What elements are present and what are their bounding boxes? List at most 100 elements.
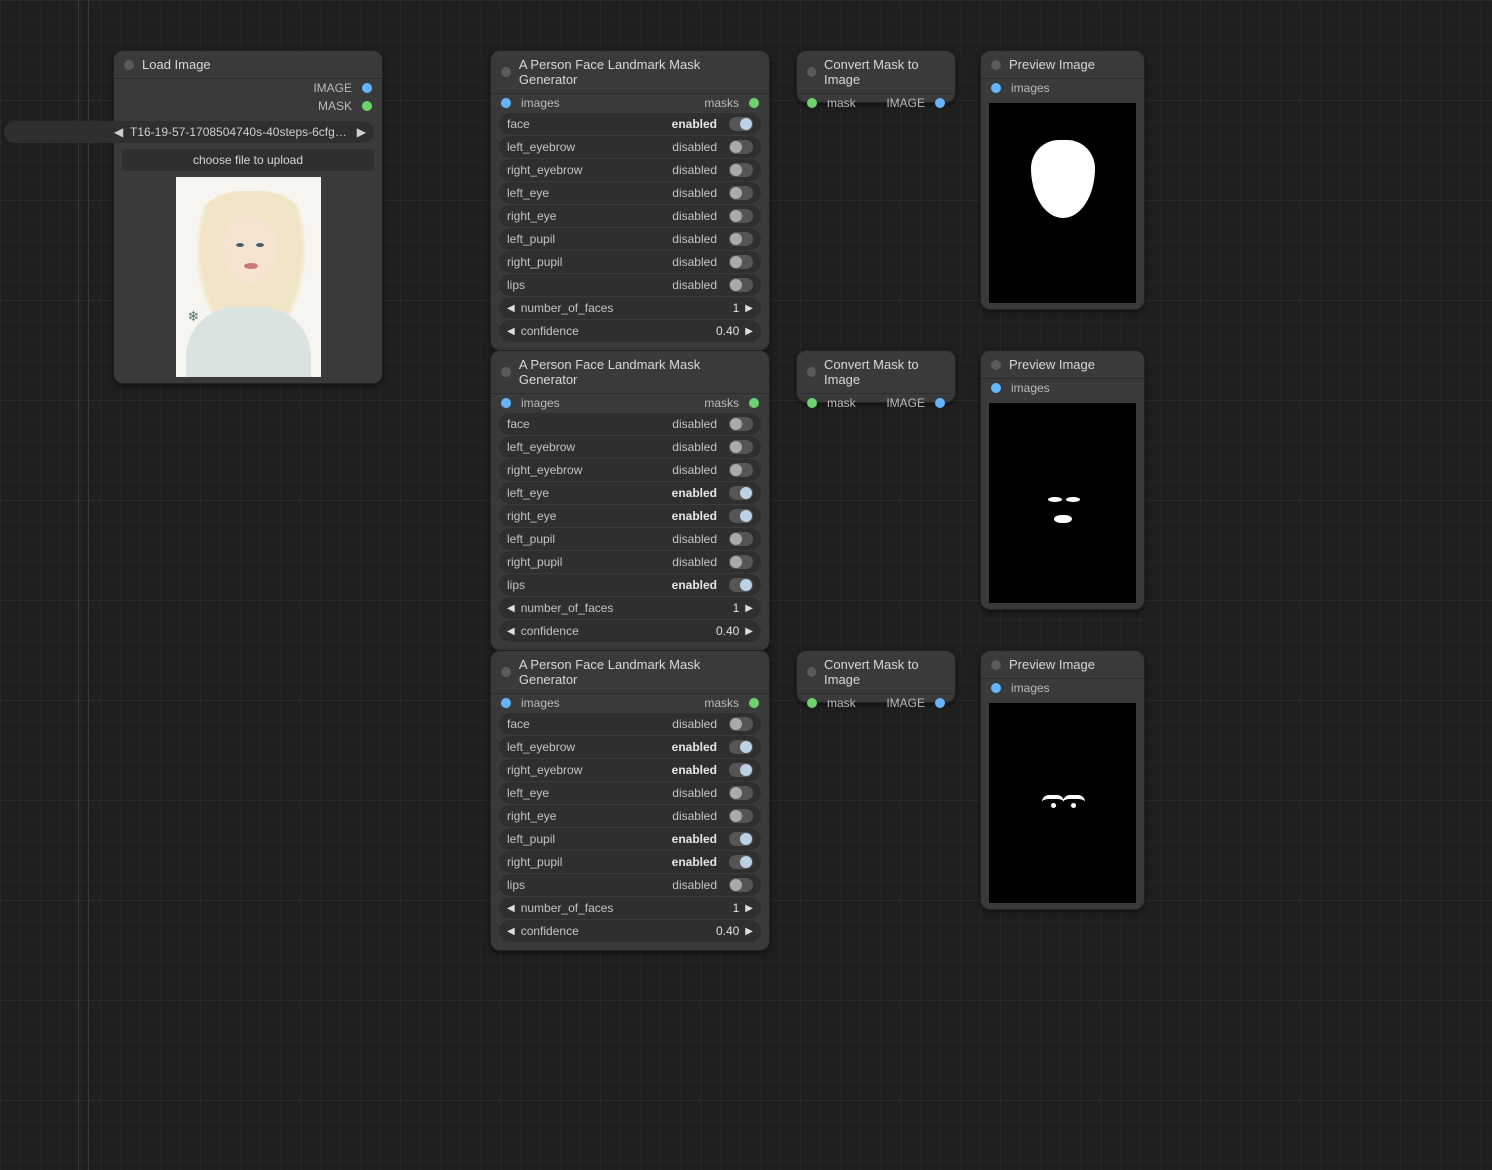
option-left_eye[interactable]: left_eye enabled	[499, 482, 761, 504]
port-masks-out[interactable]	[749, 398, 759, 408]
chevron-left-icon[interactable]: ◀	[507, 926, 515, 937]
node-collapse-icon[interactable]	[991, 60, 1001, 70]
port-mask-in[interactable]	[807, 698, 817, 708]
port-image-out[interactable]	[935, 398, 945, 408]
port-mask-in[interactable]	[807, 98, 817, 108]
node-convert-mask[interactable]: Convert Mask to Image mask IMAGE	[796, 50, 956, 103]
node-header[interactable]: A Person Face Landmark Mask Generator	[491, 51, 769, 94]
confidence[interactable]: ◀ confidence 0.40 ▶	[499, 320, 761, 342]
option-face[interactable]: face enabled	[499, 113, 761, 135]
option-left_pupil[interactable]: left_pupil disabled	[499, 228, 761, 250]
option-left_pupil[interactable]: left_pupil disabled	[499, 528, 761, 550]
toggle-icon[interactable]	[729, 878, 753, 892]
chevron-right-icon[interactable]: ▶	[745, 926, 753, 937]
node-collapse-icon[interactable]	[501, 667, 511, 677]
node-header[interactable]: Preview Image	[981, 651, 1144, 679]
number-of-faces[interactable]: ◀ number_of_faces 1 ▶	[499, 597, 761, 619]
node-landmark-generator[interactable]: A Person Face Landmark Mask Generator im…	[490, 650, 770, 951]
toggle-icon[interactable]	[729, 417, 753, 431]
file-select[interactable]: ◀ T16-19-57-1708504740s-40steps-6cfg-Eul…	[4, 121, 374, 143]
port-masks-out[interactable]	[749, 98, 759, 108]
toggle-icon[interactable]	[729, 809, 753, 823]
node-header[interactable]: A Person Face Landmark Mask Generator	[491, 351, 769, 394]
toggle-icon[interactable]	[729, 786, 753, 800]
node-landmark-generator[interactable]: A Person Face Landmark Mask Generator im…	[490, 50, 770, 351]
node-collapse-icon[interactable]	[124, 60, 134, 70]
toggle-icon[interactable]	[729, 440, 753, 454]
option-right_eye[interactable]: right_eye enabled	[499, 505, 761, 527]
option-lips[interactable]: lips enabled	[499, 574, 761, 596]
number-of-faces[interactable]: ◀ number_of_faces 1 ▶	[499, 297, 761, 319]
option-right_eye[interactable]: right_eye disabled	[499, 805, 761, 827]
node-header[interactable]: Load Image	[114, 51, 382, 79]
node-collapse-icon[interactable]	[501, 367, 511, 377]
toggle-icon[interactable]	[729, 140, 753, 154]
toggle-icon[interactable]	[729, 486, 753, 500]
option-left_pupil[interactable]: left_pupil enabled	[499, 828, 761, 850]
option-right_eyebrow[interactable]: right_eyebrow disabled	[499, 159, 761, 181]
node-collapse-icon[interactable]	[991, 660, 1001, 670]
port-mask-out[interactable]	[362, 101, 372, 111]
chevron-right-icon[interactable]: ▶	[745, 603, 753, 614]
option-left_eyebrow[interactable]: left_eyebrow disabled	[499, 136, 761, 158]
chevron-left-icon[interactable]: ◀	[507, 903, 515, 914]
port-images-in[interactable]	[991, 383, 1001, 393]
option-right_pupil[interactable]: right_pupil enabled	[499, 851, 761, 873]
chevron-right-icon[interactable]: ▶	[745, 626, 753, 637]
confidence[interactable]: ◀ confidence 0.40 ▶	[499, 620, 761, 642]
chevron-left-icon[interactable]: ◀	[507, 626, 515, 637]
option-face[interactable]: face disabled	[499, 713, 761, 735]
chevron-right-icon[interactable]: ▶	[745, 326, 753, 337]
port-images-in[interactable]	[501, 398, 511, 408]
option-left_eyebrow[interactable]: left_eyebrow enabled	[499, 736, 761, 758]
toggle-icon[interactable]	[729, 740, 753, 754]
option-right_eye[interactable]: right_eye disabled	[499, 205, 761, 227]
upload-button[interactable]: choose file to upload	[122, 149, 374, 171]
chevron-left-icon[interactable]: ◀	[507, 326, 515, 337]
port-images-in[interactable]	[991, 83, 1001, 93]
port-images-in[interactable]	[501, 698, 511, 708]
toggle-icon[interactable]	[729, 463, 753, 477]
node-preview-image[interactable]: Preview Image images	[980, 50, 1145, 310]
toggle-icon[interactable]	[729, 509, 753, 523]
node-collapse-icon[interactable]	[807, 667, 816, 677]
port-image-out[interactable]	[935, 98, 945, 108]
toggle-icon[interactable]	[729, 578, 753, 592]
option-lips[interactable]: lips disabled	[499, 274, 761, 296]
chevron-right-icon[interactable]: ▶	[745, 303, 753, 314]
chevron-right-icon[interactable]: ▶	[357, 125, 366, 139]
chevron-left-icon[interactable]: ◀	[507, 303, 515, 314]
option-right_eyebrow[interactable]: right_eyebrow enabled	[499, 759, 761, 781]
node-collapse-icon[interactable]	[501, 67, 511, 77]
confidence[interactable]: ◀ confidence 0.40 ▶	[499, 920, 761, 942]
option-left_eye[interactable]: left_eye disabled	[499, 782, 761, 804]
node-header[interactable]: Convert Mask to Image	[797, 351, 955, 394]
toggle-icon[interactable]	[729, 855, 753, 869]
option-right_pupil[interactable]: right_pupil disabled	[499, 551, 761, 573]
chevron-left-icon[interactable]: ◀	[507, 603, 515, 614]
node-collapse-icon[interactable]	[807, 67, 816, 77]
port-images-in[interactable]	[991, 683, 1001, 693]
port-mask-in[interactable]	[807, 398, 817, 408]
toggle-icon[interactable]	[729, 555, 753, 569]
node-header[interactable]: Preview Image	[981, 51, 1144, 79]
option-left_eye[interactable]: left_eye disabled	[499, 182, 761, 204]
node-collapse-icon[interactable]	[807, 367, 816, 377]
node-landmark-generator[interactable]: A Person Face Landmark Mask Generator im…	[490, 350, 770, 651]
toggle-icon[interactable]	[729, 209, 753, 223]
toggle-icon[interactable]	[729, 117, 753, 131]
port-image-out[interactable]	[362, 83, 372, 93]
chevron-right-icon[interactable]: ▶	[745, 903, 753, 914]
node-collapse-icon[interactable]	[991, 360, 1001, 370]
node-preview-image[interactable]: Preview Image images	[980, 350, 1145, 610]
option-left_eyebrow[interactable]: left_eyebrow disabled	[499, 436, 761, 458]
option-face[interactable]: face disabled	[499, 413, 761, 435]
node-convert-mask[interactable]: Convert Mask to Image mask IMAGE	[796, 350, 956, 403]
toggle-icon[interactable]	[729, 532, 753, 546]
chevron-left-icon[interactable]: ◀	[114, 125, 123, 139]
node-header[interactable]: Preview Image	[981, 351, 1144, 379]
toggle-icon[interactable]	[729, 832, 753, 846]
option-right_pupil[interactable]: right_pupil disabled	[499, 251, 761, 273]
node-convert-mask[interactable]: Convert Mask to Image mask IMAGE	[796, 650, 956, 703]
node-load-image[interactable]: Load Image IMAGE MASK ◀ T16-19-57-170850…	[113, 50, 383, 384]
